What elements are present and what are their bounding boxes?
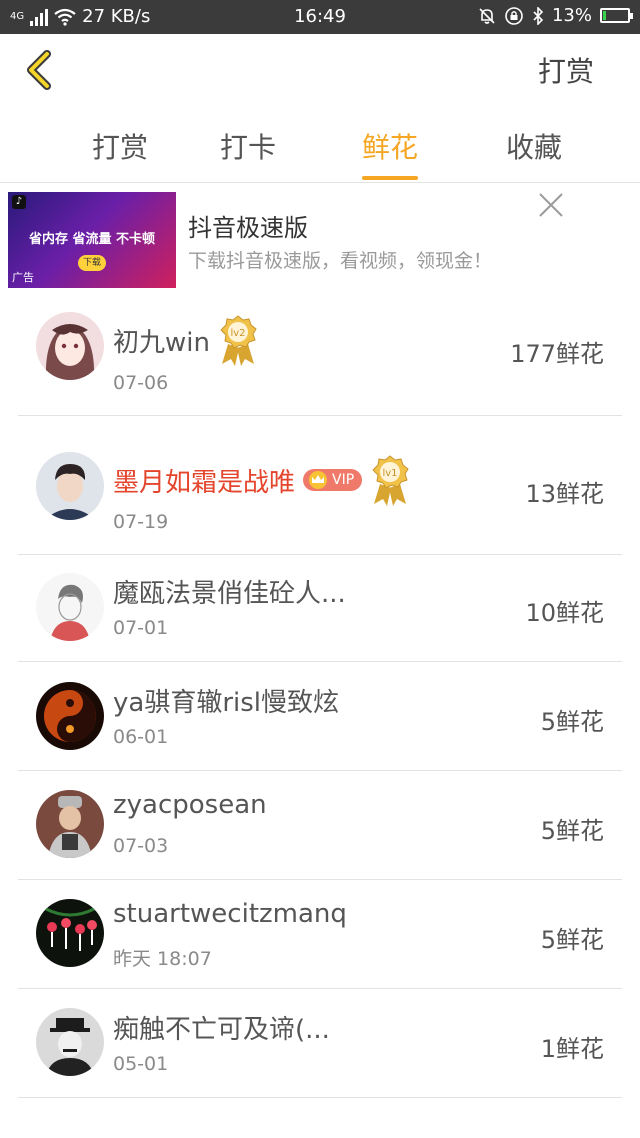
tab-label: 鲜花 — [361, 131, 418, 164]
user-name[interactable]: 魔瓯法景俏佳砼人... — [113, 573, 346, 610]
mute-bell-icon — [479, 7, 495, 24]
reward-button[interactable]: 打赏 — [538, 50, 594, 90]
svg-text:lv1: lv1 — [383, 468, 398, 479]
ad-image-slogan: 省内存 省流量 不卡顿 — [28, 232, 156, 247]
svg-text:lv2: lv2 — [230, 328, 245, 339]
tab-label: 打卡 — [219, 131, 276, 164]
close-icon[interactable] — [536, 190, 566, 220]
status-bar: 4G 27 KB/s 16:49 13% — [0, 0, 640, 34]
ad-title: 抖音极速版 — [188, 214, 308, 242]
bluetooth-icon — [533, 6, 544, 25]
user-name-text: stuartwecitzmanq — [113, 899, 347, 929]
user-name-text: 初九win — [113, 327, 210, 358]
user-name-text: 痴触不亡可及谛(... — [113, 1015, 330, 1045]
list-item[interactable]: 墨月如霜是战唯 VIP lv1 07-19 13鲜花 — [18, 416, 622, 555]
date: 昨天 18:07 — [113, 948, 212, 970]
ad-image-download-button: 下载 — [78, 255, 106, 271]
tab-label: 收藏 — [505, 131, 562, 164]
date: 07-06 — [113, 372, 169, 394]
avatar[interactable] — [36, 573, 104, 641]
avatar[interactable] — [36, 1008, 104, 1076]
tab-bar: 打赏 打卡 鲜花 收藏 — [0, 118, 640, 183]
user-name[interactable]: 痴触不亡可及谛(... — [113, 1009, 330, 1046]
date: 05-01 — [113, 1053, 169, 1075]
ad-description: 下载抖音极速版，看视频，领现金！ — [188, 250, 493, 272]
list-item[interactable]: ya骐育辙risl慢致炫 06-01 5鲜花 — [18, 662, 622, 771]
avatar[interactable] — [36, 899, 104, 967]
flower-count: 5鲜花 — [540, 817, 604, 845]
list-item[interactable]: 魔瓯法景俏佳砼人... 07-01 10鲜花 — [18, 555, 622, 662]
battery-percent: 13% — [551, 5, 592, 26]
flower-count: 10鲜花 — [525, 599, 604, 627]
user-name[interactable]: stuartwecitzmanq — [113, 899, 347, 929]
user-name-text: zyacposean — [113, 790, 267, 820]
level-1-medal-icon: lv1 — [372, 455, 409, 506]
vip-badge: VIP — [303, 469, 363, 491]
active-tab-indicator — [362, 176, 418, 180]
level-2-medal-icon: lv2 — [220, 315, 257, 366]
avatar[interactable] — [36, 790, 104, 858]
user-name[interactable]: zyacposean — [113, 790, 267, 820]
status-right: 13% — [478, 5, 633, 26]
flower-count: 5鲜花 — [540, 708, 604, 736]
date: 07-19 — [113, 511, 169, 533]
date: 06-01 — [113, 726, 169, 748]
battery-icon — [600, 8, 633, 23]
avatar[interactable] — [36, 452, 104, 520]
back-arrow-icon[interactable] — [20, 48, 64, 92]
user-name-text: ya骐育辙risl慢致炫 — [113, 688, 340, 718]
tab-favorites[interactable]: 收藏 — [474, 126, 594, 166]
list-item[interactable]: zyacposean 07-03 5鲜花 — [18, 771, 622, 880]
tab-flowers[interactable]: 鲜花 — [330, 126, 450, 180]
ad-image[interactable]: ♪ 省内存 省流量 不卡顿 下载 广告 — [8, 192, 176, 288]
list-item[interactable]: 痴触不亡可及谛(... 05-01 1鲜花 — [18, 989, 622, 1098]
crown-icon — [309, 471, 328, 489]
avatar[interactable] — [36, 682, 104, 750]
user-name-text: 魔瓯法景俏佳砼人... — [113, 579, 346, 609]
avatar[interactable] — [36, 312, 104, 380]
flower-count: 1鲜花 — [540, 1035, 604, 1063]
rotation-lock-icon — [505, 6, 523, 25]
flower-count: 13鲜花 — [525, 480, 604, 508]
flower-list: 初九win lv2 07-06 177鲜花 墨月如霜是战唯 VIP lv1 07… — [18, 292, 622, 1098]
tab-label: 打赏 — [91, 131, 148, 164]
list-item[interactable]: 初九win lv2 07-06 177鲜花 — [18, 292, 622, 416]
list-item[interactable]: stuartwecitzmanq 昨天 18:07 5鲜花 — [18, 880, 622, 989]
flower-count: 5鲜花 — [540, 926, 604, 954]
user-name[interactable]: 墨月如霜是战唯 VIP lv1 — [113, 454, 410, 506]
tiktok-logo-icon: ♪ — [12, 195, 26, 209]
tab-reward[interactable]: 打赏 — [60, 126, 180, 166]
vip-label: VIP — [332, 472, 355, 488]
ad-tag: 广告 — [12, 271, 34, 284]
tab-checkin[interactable]: 打卡 — [188, 126, 308, 166]
flower-count: 177鲜花 — [510, 340, 604, 368]
date: 07-01 — [113, 617, 169, 639]
user-name-text: 墨月如霜是战唯 — [113, 467, 296, 498]
user-name[interactable]: 初九win lv2 — [113, 314, 258, 366]
user-name[interactable]: ya骐育辙risl慢致炫 — [113, 682, 339, 719]
date: 07-03 — [113, 835, 169, 857]
